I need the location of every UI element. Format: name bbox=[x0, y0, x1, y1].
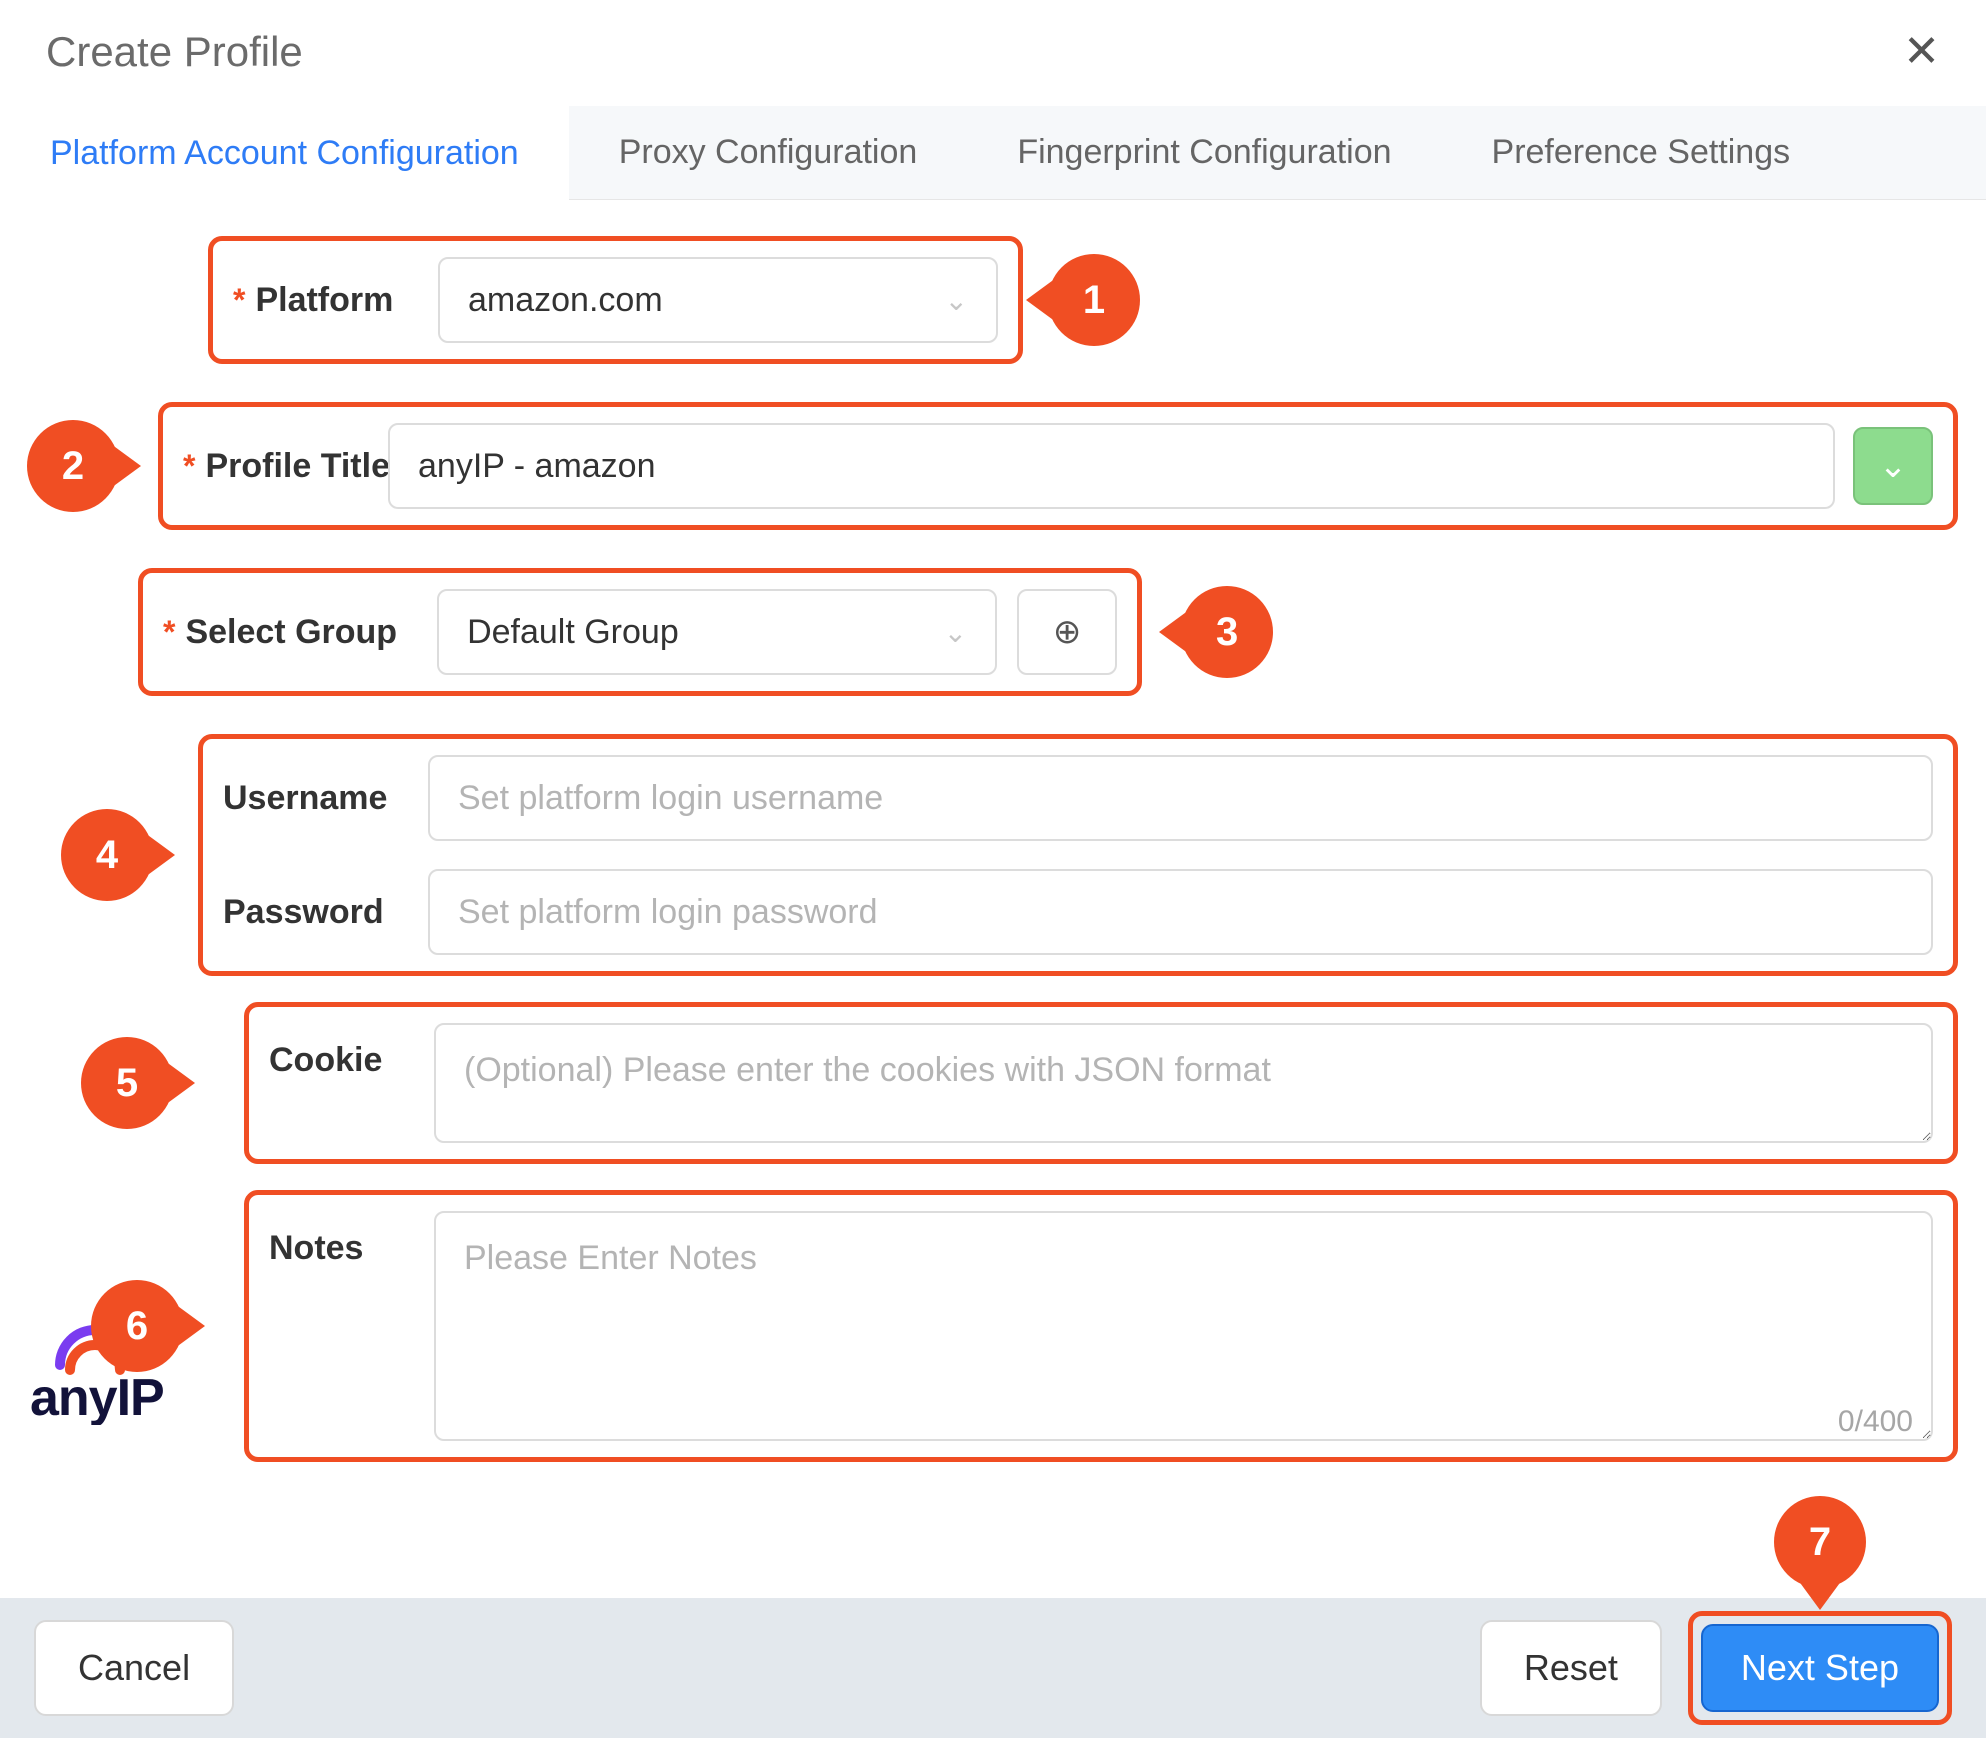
tab-proxy-config[interactable]: Proxy Configuration bbox=[569, 106, 968, 199]
annotation-badge-2: 2 bbox=[27, 420, 119, 512]
annotation-badge-6: 6 bbox=[91, 1280, 183, 1372]
svg-text:anyIP: anyIP bbox=[30, 1369, 164, 1425]
profile-title-field-wrap bbox=[388, 423, 1835, 509]
reset-button[interactable]: Reset bbox=[1480, 1620, 1662, 1716]
annotation-frame-7: 7 Next Step bbox=[1688, 1611, 1952, 1725]
chevron-down-icon: ⌄ bbox=[945, 284, 968, 317]
notes-textarea[interactable] bbox=[434, 1211, 1933, 1441]
chevron-down-icon: ⌄ bbox=[944, 616, 967, 649]
notes-label: Notes bbox=[269, 1211, 434, 1268]
annotation-frame-1: 1 *Platform amazon.com ⌄ bbox=[208, 236, 1023, 364]
platform-label: *Platform bbox=[233, 281, 438, 320]
username-field-wrap bbox=[428, 755, 1933, 841]
password-label: Password bbox=[223, 893, 428, 932]
add-group-button[interactable]: ⊕ bbox=[1017, 589, 1117, 675]
annotation-frame-4: 4 Username Password bbox=[198, 734, 1958, 976]
select-group-value: Default Group bbox=[467, 613, 679, 652]
platform-select[interactable]: amazon.com ⌄ bbox=[438, 257, 998, 343]
profile-title-expand-button[interactable]: ⌄ bbox=[1853, 427, 1933, 505]
next-step-button[interactable]: Next Step bbox=[1701, 1624, 1939, 1712]
chevron-down-icon: ⌄ bbox=[1879, 446, 1908, 486]
platform-select-value: amazon.com bbox=[468, 281, 663, 320]
annotation-badge-5: 5 bbox=[81, 1037, 173, 1129]
cookie-textarea[interactable] bbox=[434, 1023, 1933, 1143]
annotation-badge-3: 3 bbox=[1181, 586, 1273, 678]
username-input[interactable] bbox=[458, 779, 1903, 818]
annotation-frame-2: 2 *Profile Title ⌄ bbox=[158, 402, 1958, 530]
tab-fingerprint-config[interactable]: Fingerprint Configuration bbox=[967, 106, 1441, 199]
username-label: Username bbox=[223, 779, 428, 818]
annotation-badge-4: 4 bbox=[61, 809, 153, 901]
tab-platform-account[interactable]: Platform Account Configuration bbox=[0, 106, 569, 200]
password-field-wrap bbox=[428, 869, 1933, 955]
annotation-frame-6: 6 Notes 0/400 bbox=[244, 1190, 1958, 1462]
profile-title-input[interactable] bbox=[418, 447, 1805, 486]
page-title: Create Profile bbox=[46, 28, 303, 76]
tab-preference-settings[interactable]: Preference Settings bbox=[1442, 106, 1841, 199]
annotation-badge-7: 7 bbox=[1774, 1496, 1866, 1588]
annotation-frame-5: 5 Cookie bbox=[244, 1002, 1958, 1164]
cancel-button[interactable]: Cancel bbox=[34, 1620, 234, 1716]
cookie-label: Cookie bbox=[269, 1023, 434, 1080]
annotation-frame-3: 3 *Select Group Default Group ⌄ ⊕ bbox=[138, 568, 1142, 696]
select-group-label: *Select Group bbox=[163, 613, 417, 652]
tabs-bar: Platform Account Configuration Proxy Con… bbox=[0, 106, 1986, 200]
close-icon[interactable]: ✕ bbox=[1903, 30, 1940, 74]
password-input[interactable] bbox=[458, 893, 1903, 932]
plus-icon: ⊕ bbox=[1053, 612, 1082, 652]
select-group-select[interactable]: Default Group ⌄ bbox=[437, 589, 997, 675]
profile-title-label: *Profile Title bbox=[183, 447, 388, 486]
annotation-badge-1: 1 bbox=[1048, 254, 1140, 346]
